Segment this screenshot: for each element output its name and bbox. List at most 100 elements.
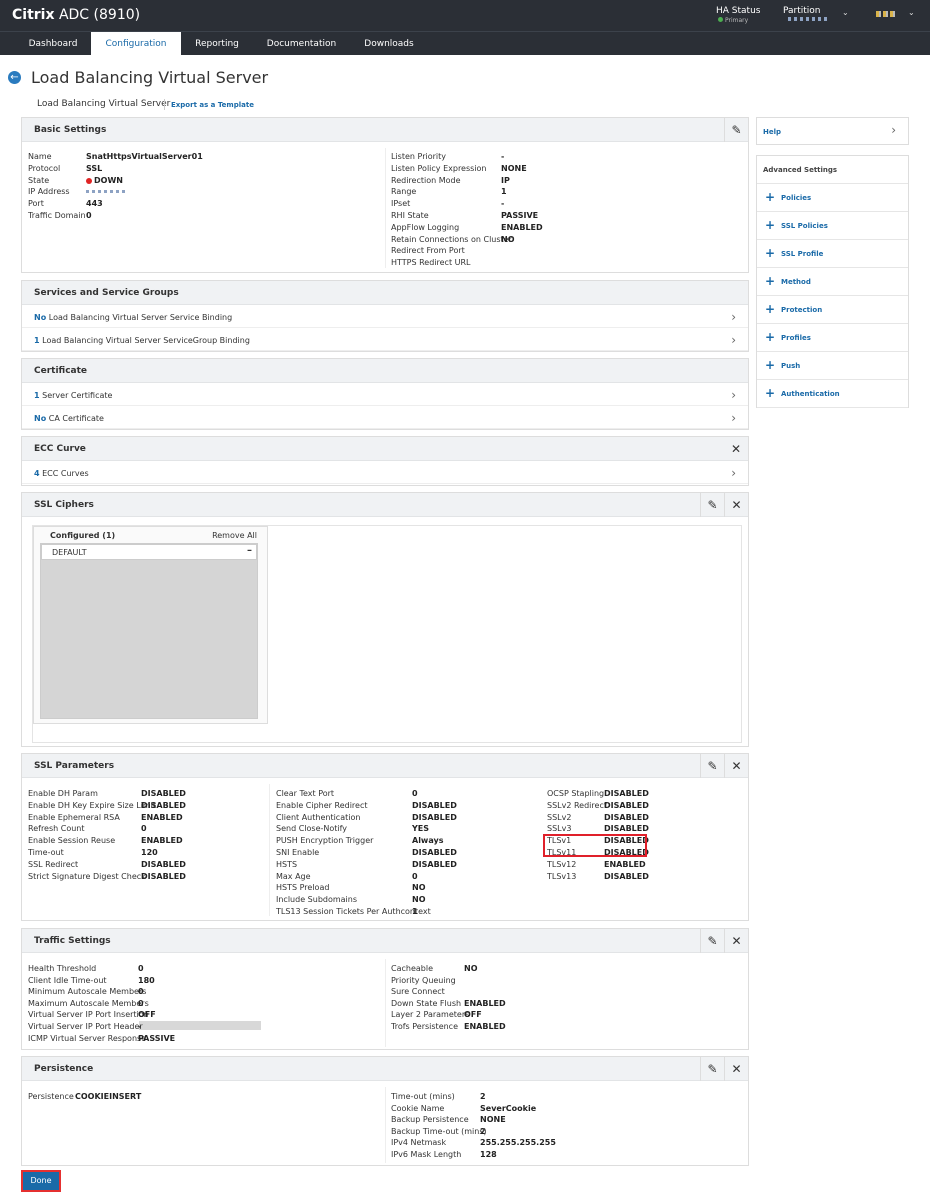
advanced-setting-label: Protection [781,306,823,314]
advanced-setting-item[interactable]: + Authentication [757,380,908,408]
close-icon[interactable]: ✕ [724,493,748,517]
list-item[interactable]: 4 ECC Curves › [22,462,748,484]
user-icon[interactable] [876,11,896,17]
field-value: YES [412,824,430,834]
ssl-ciphers-panel: SSL Ciphers ✎ ✕ Configured (1) Remove Al… [21,492,749,747]
row-count: 1 [34,391,40,400]
chevron-right-icon: › [891,123,896,137]
plus-icon: + [765,190,776,204]
field-value: - [138,1022,142,1031]
help-link[interactable]: Help [763,128,781,136]
field-label: Redirection Mode [391,175,461,185]
field-label: HSTS Preload [276,883,330,893]
field-value: DISABLED [141,871,186,881]
advanced-setting-item[interactable]: + SSL Policies [757,212,908,240]
close-icon[interactable]: ✕ [724,1057,748,1081]
tab-configuration[interactable]: Configuration [91,32,181,56]
advanced-setting-item[interactable]: + Policies [757,184,908,212]
field-label: HSTS [276,859,298,869]
field-label: Listen Priority [391,152,446,161]
tab-documentation[interactable]: Documentation [253,32,350,56]
list-item[interactable]: No CA Certificate › [22,407,748,429]
field-label: Enable Cipher Redirect [276,800,368,810]
remove-all-link[interactable]: Remove All [212,531,257,540]
chevron-down-icon[interactable]: ⌄ [842,8,849,17]
row-text: Load Balancing Virtual Server Service Bi… [48,313,233,322]
field-label: Sure Connect [391,987,445,997]
list-item[interactable]: 1 Load Balancing Virtual Server ServiceG… [22,329,748,351]
field-value: 0 [412,871,418,881]
partition-label[interactable]: Partition [783,6,821,16]
breadcrumb: Load Balancing Virtual Server [37,99,171,109]
edit-icon[interactable]: ✎ [700,1057,724,1081]
row-count: No [34,313,47,322]
field-label: Listen Policy Expression [391,163,487,173]
field-value: Always [412,836,444,846]
field-label: IP Address [28,187,70,197]
field-label: Down State Flush [391,998,462,1008]
field-value: 0 [138,998,144,1008]
panel-title: Persistence [34,1064,94,1074]
ciphers-area: Configured (1) Remove All DEFAULT – [32,525,742,743]
tab-reporting[interactable]: Reporting [181,32,253,56]
edit-icon[interactable]: ✎ [700,493,724,517]
masked-value [139,1021,261,1030]
field-value: - [501,152,505,161]
edit-icon[interactable]: ✎ [724,118,748,142]
field-value: 1 [412,907,418,916]
chevron-right-icon: › [731,388,736,402]
list-item[interactable]: No Load Balancing Virtual Server Service… [22,306,748,328]
panel-title: ECC Curve [34,444,86,454]
edit-icon[interactable]: ✎ [700,754,724,778]
partition-value[interactable] [788,17,830,21]
field-label: Minimum Autoscale Members [28,987,147,997]
top-bar: Citrix ADC (8910) HA Status Primary Part… [0,0,930,31]
field-value: PASSIVE [501,211,539,220]
field-label: TLSv12 [547,859,577,869]
row-count: 4 [34,469,40,478]
edit-icon[interactable]: ✎ [700,929,724,953]
field-label: Include Subdomains [276,895,358,905]
advanced-setting-item[interactable]: + Method [757,268,908,296]
field-label: Priority Queuing [391,975,456,985]
remove-icon[interactable]: – [247,545,252,556]
field-label: Range [391,187,417,197]
advanced-setting-item[interactable]: + Protection [757,296,908,324]
field-label: Client Idle Time-out [28,975,107,985]
field-label: IPv4 Netmask [391,1138,447,1148]
close-icon[interactable]: ✕ [724,437,748,461]
field-value: - [501,199,505,209]
field-label: Cookie Name [391,1103,445,1113]
panel-title: Basic Settings [34,125,107,135]
export-template-link[interactable]: Export as a Template [171,101,254,109]
field-label: TLSv13 [547,871,577,881]
close-icon[interactable]: ✕ [724,754,748,778]
list-item[interactable]: DEFAULT – [41,544,257,560]
field-value: SnatHttpsVirtualServer01 [86,152,203,161]
done-button[interactable]: Done [21,1170,61,1192]
cipher-list-box[interactable]: DEFAULT – [40,543,258,719]
tab-downloads[interactable]: Downloads [350,32,428,56]
configured-header: Configured (1) [50,531,116,540]
row-text: Server Certificate [42,391,113,400]
field-value: DISABLED [141,789,186,798]
field-value: NO [464,964,478,973]
row-text: ECC Curves [42,469,89,478]
traffic-settings-panel: Traffic Settings ✎ ✕ Health Threshold 0 Cl… [21,928,749,1050]
close-icon[interactable]: ✕ [724,929,748,953]
cipher-name: DEFAULT [52,548,87,557]
tab-dashboard[interactable]: Dashboard [14,32,92,56]
help-panel[interactable]: Help › [756,117,909,145]
field-value: 255.255.255.255 [480,1138,556,1148]
list-item[interactable]: 1 Server Certificate › [22,384,748,406]
advanced-setting-label: SSL Policies [781,222,828,230]
advanced-setting-item[interactable]: + SSL Profile [757,240,908,268]
chevron-down-icon[interactable]: ⌄ [908,8,915,17]
advanced-setting-item[interactable]: + Push [757,352,908,380]
field-value: DISABLED [412,848,457,857]
chevron-right-icon: › [731,466,736,480]
plus-icon: + [765,330,776,344]
advanced-setting-item[interactable]: + Profiles [757,324,908,352]
back-icon[interactable]: ← [8,71,21,84]
plus-icon: + [765,358,776,372]
